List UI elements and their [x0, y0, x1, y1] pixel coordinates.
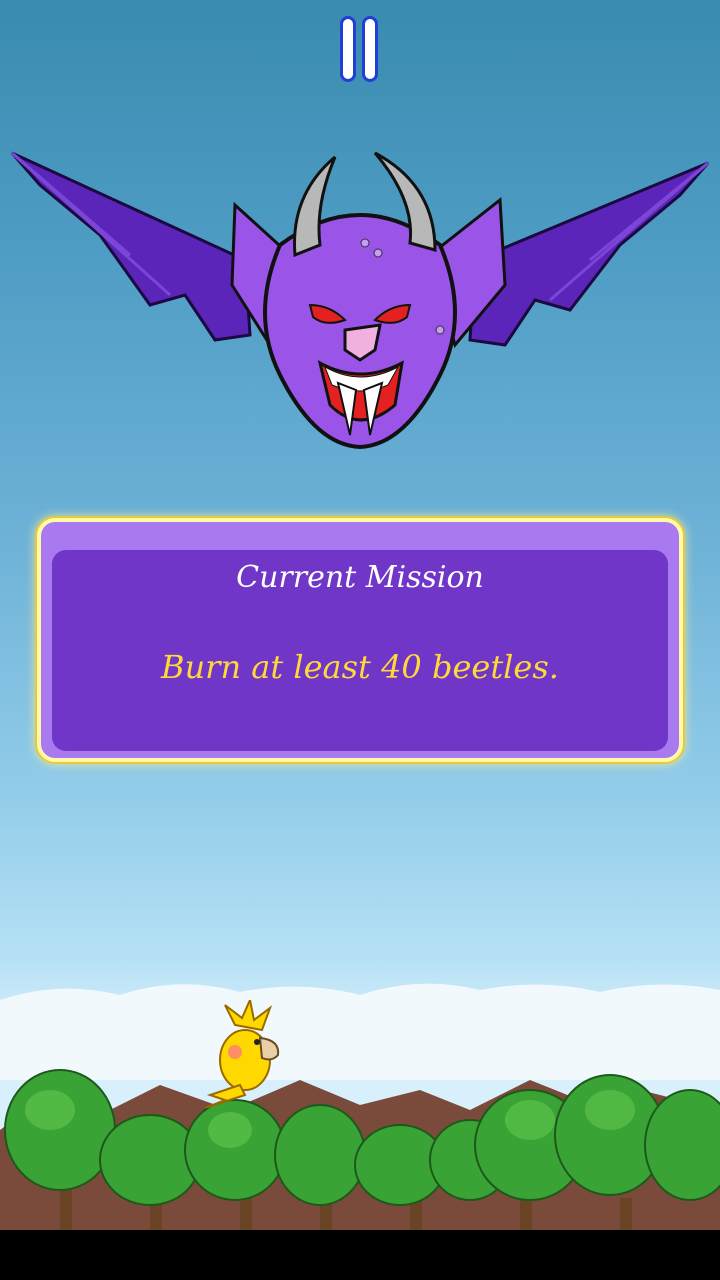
mission-panel: Current Mission Burn at least 40 beetles… [37, 518, 683, 762]
mission-title: Current Mission [236, 560, 484, 595]
bottom-bar [0, 1230, 720, 1280]
pause-icon-bar [362, 16, 378, 82]
cloud-band [0, 983, 720, 1080]
pause-icon [340, 16, 356, 82]
mission-description: Burn at least 40 beetles. [161, 648, 559, 686]
pause-button[interactable] [340, 16, 380, 82]
demon-bat-boss [10, 151, 710, 450]
landscape [0, 983, 720, 1230]
right-wing [468, 161, 710, 347]
left-wing [10, 151, 252, 342]
game-scene: Current Mission Burn at least 40 beetles… [0, 0, 720, 1230]
yellow-bird [204, 1000, 280, 1108]
